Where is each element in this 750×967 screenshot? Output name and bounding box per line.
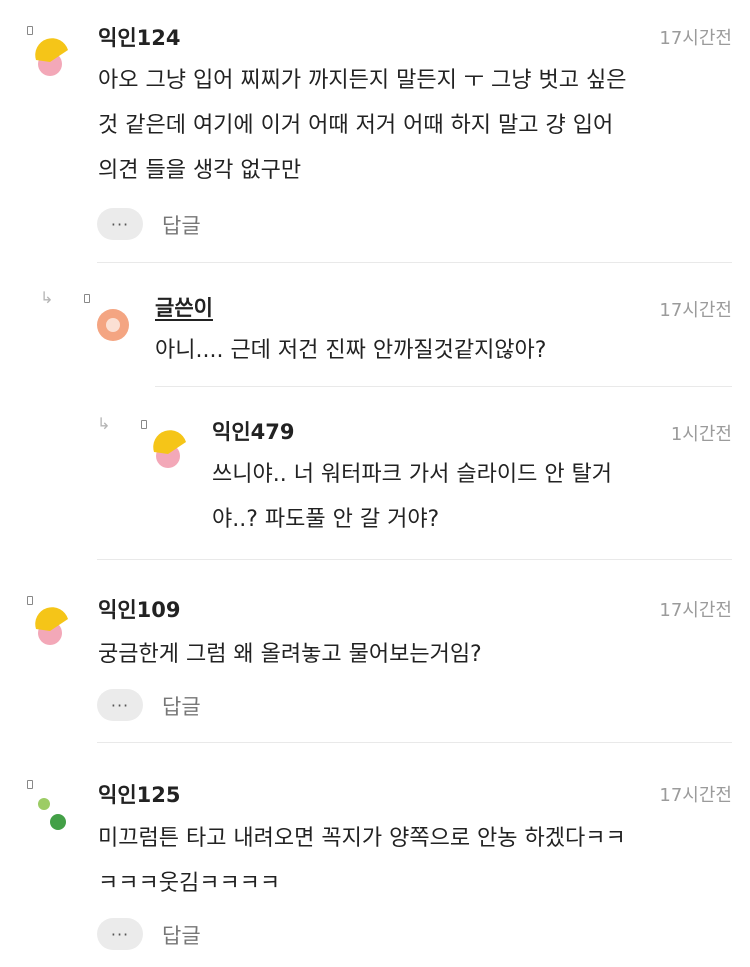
reply-button[interactable]: 답글	[162, 210, 201, 240]
more-options-button[interactable]: ···	[97, 918, 143, 950]
more-options-button[interactable]: ···	[97, 689, 143, 721]
report-flag-icon[interactable]	[27, 26, 33, 35]
report-flag-icon[interactable]	[141, 420, 147, 429]
reply-text: 아니.... 근데 저건 진짜 안까질것같지않아?	[155, 338, 547, 363]
comment-nickname[interactable]: 익인109	[98, 594, 180, 624]
comment-time: 17시간전	[659, 785, 732, 806]
comment-text: 아오 그냥 입어 찌찌가 까지든지 말든지 ㅜ 그냥 벗고 싶은 것 같은데 여…	[98, 68, 627, 183]
reply-button[interactable]: 답글	[162, 920, 201, 950]
comment-time: 17시간전	[659, 600, 732, 621]
reply-time: 17시간전	[659, 300, 732, 321]
report-flag-icon[interactable]	[27, 780, 33, 789]
author-nickname[interactable]: 글쓴이	[155, 292, 213, 322]
comment-nickname[interactable]: 익인125	[98, 779, 180, 809]
reply-arrow-icon: ↳	[97, 414, 111, 433]
comment-text: 궁금한게 그럼 왜 올려놓고 물어보는거임?	[98, 642, 482, 667]
green-dots-avatar	[38, 798, 66, 830]
reply-text: 쓰니야.. 너 워터파크 가서 슬라이드 안 탈거 야..? 파도풀 안 갈 거…	[212, 462, 613, 532]
comment-nickname[interactable]: 익인124	[98, 22, 180, 52]
orange-ring-avatar	[97, 309, 129, 341]
comment-text: 미끄럼튼 타고 내려오면 꼭지가 양쪽으로 안농 하겠다ㅋㅋ ㅋㅋㅋ웃김ㅋㅋㅋㅋ	[98, 826, 626, 896]
divider	[97, 262, 732, 263]
more-options-button[interactable]: ···	[97, 208, 143, 240]
comment-time: 17시간전	[659, 28, 732, 49]
divider	[155, 386, 732, 387]
yellow-pink-bubble-avatar	[35, 38, 68, 76]
reply-time: 1시간전	[670, 424, 732, 445]
reply-arrow-icon: ↳	[40, 288, 54, 307]
yellow-pink-bubble-avatar	[153, 430, 186, 468]
report-flag-icon[interactable]	[27, 596, 33, 605]
reply-nickname[interactable]: 익인479	[212, 416, 294, 446]
report-flag-icon[interactable]	[84, 294, 90, 303]
reply-button[interactable]: 답글	[162, 691, 201, 721]
yellow-pink-bubble-avatar	[35, 607, 68, 645]
divider	[97, 559, 732, 560]
divider	[97, 742, 732, 743]
